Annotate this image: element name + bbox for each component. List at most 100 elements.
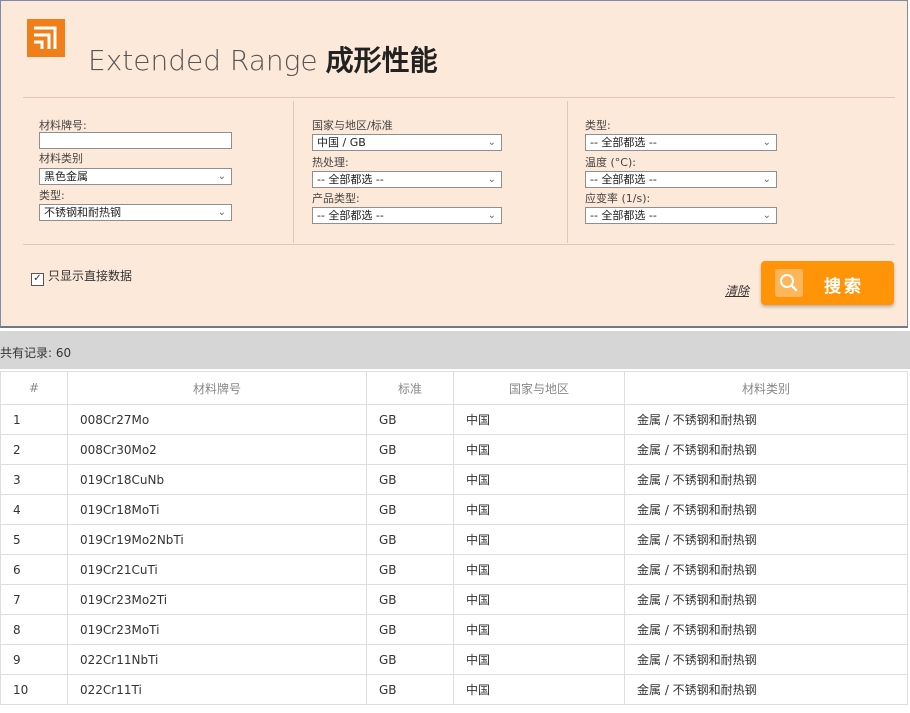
temperature-select[interactable]: -- 全部都选 -- ⌄ xyxy=(585,171,777,188)
table-row[interactable]: 10 022Cr11Ti GB 中国 金属 / 不锈钢和耐热钢 xyxy=(0,674,908,705)
table-header-row: # 材料牌号 标准 国家与地区 材料类别 xyxy=(0,371,908,405)
page-title: Extended Range 成形性能 xyxy=(88,39,438,79)
row-number-cell: 8 xyxy=(0,614,68,645)
grade-cell[interactable]: 019Cr18CuNb xyxy=(67,464,367,495)
table-row[interactable]: 5 019Cr19Mo2NbTi GB 中国 金属 / 不锈钢和耐热钢 xyxy=(0,524,908,555)
category-cell: 金属 / 不锈钢和耐热钢 xyxy=(624,554,908,585)
material-no-input[interactable] xyxy=(39,132,232,149)
grade-cell[interactable]: 019Cr21CuTi xyxy=(67,554,367,585)
grade-cell[interactable]: 019Cr23Mo2Ti xyxy=(67,584,367,615)
table-row[interactable]: 6 019Cr21CuTi GB 中国 金属 / 不锈钢和耐热钢 xyxy=(0,554,908,585)
test-type-value: -- 全部都选 -- xyxy=(590,136,657,149)
row-number-cell: 1 xyxy=(0,404,68,435)
category-cell: 金属 / 不锈钢和耐热钢 xyxy=(624,494,908,525)
temperature-label: 温度 (°C): xyxy=(585,156,636,169)
title-cn: 成形性能 xyxy=(325,44,438,77)
direct-data-label: 只显示直接数据 xyxy=(48,269,133,283)
grade-cell[interactable]: 019Cr23MoTi xyxy=(67,614,367,645)
grade-cell[interactable]: 022Cr11Ti xyxy=(67,674,367,705)
table-row[interactable]: 7 019Cr23Mo2Ti GB 中国 金属 / 不锈钢和耐热钢 xyxy=(0,584,908,615)
row-number-cell: 6 xyxy=(0,554,68,585)
type-select[interactable]: 不锈钢和耐热钢 ⌄ xyxy=(39,204,232,221)
divider xyxy=(567,101,568,243)
chevron-down-icon: ⌄ xyxy=(217,171,226,182)
chevron-down-icon: ⌄ xyxy=(762,210,771,221)
product-type-select[interactable]: -- 全部都选 -- ⌄ xyxy=(312,207,502,224)
column-header-grade[interactable]: 材料牌号 xyxy=(67,371,367,405)
category-cell: 金属 / 不锈钢和耐热钢 xyxy=(624,614,908,645)
chevron-down-icon: ⌄ xyxy=(487,210,496,221)
standard-cell: GB xyxy=(366,644,454,675)
direct-data-checkbox[interactable]: ✓ 只显示直接数据 xyxy=(31,267,132,286)
temperature-value: -- 全部都选 -- xyxy=(590,173,657,186)
checkbox-check-icon[interactable]: ✓ xyxy=(31,273,44,286)
category-cell: 金属 / 不锈钢和耐热钢 xyxy=(624,434,908,465)
country-cell: 中国 xyxy=(453,614,625,645)
standard-cell: GB xyxy=(366,494,454,525)
grade-cell[interactable]: 019Cr19Mo2NbTi xyxy=(67,524,367,555)
row-number-cell: 2 xyxy=(0,434,68,465)
search-panel: Extended Range 成形性能 材料牌号: 材料类别 黑色金属 ⌄ 类型:… xyxy=(0,0,908,328)
search-icon xyxy=(775,269,803,297)
category-cell: 金属 / 不锈钢和耐热钢 xyxy=(624,644,908,675)
country-value: 中国 / GB xyxy=(317,136,366,149)
standard-cell: GB xyxy=(366,524,454,555)
heat-treatment-select[interactable]: -- 全部都选 -- ⌄ xyxy=(312,171,502,188)
standard-cell: GB xyxy=(366,404,454,435)
strain-rate-label: 应变率 (1/s): xyxy=(585,192,651,205)
test-type-select[interactable]: -- 全部都选 -- ⌄ xyxy=(585,134,777,151)
material-category-label: 材料类别 xyxy=(39,152,83,165)
standard-cell: GB xyxy=(366,464,454,495)
table-row[interactable]: 1 008Cr27Mo GB 中国 金属 / 不锈钢和耐热钢 xyxy=(0,404,908,435)
clear-link[interactable]: 清除 xyxy=(725,282,749,299)
row-number-cell: 9 xyxy=(0,644,68,675)
search-button-label: 搜索 xyxy=(824,277,864,297)
heat-treatment-label: 热处理: xyxy=(312,156,349,169)
title-en: Extended Range xyxy=(88,44,318,77)
strain-rate-select[interactable]: -- 全部都选 -- ⌄ xyxy=(585,207,777,224)
row-number-cell: 7 xyxy=(0,584,68,615)
results-count-bar: 共有记录: 60 xyxy=(0,331,910,369)
country-cell: 中国 xyxy=(453,494,625,525)
column-header-category[interactable]: 材料类别 xyxy=(624,371,908,405)
standard-cell: GB xyxy=(366,434,454,465)
type-value: 不锈钢和耐热钢 xyxy=(44,206,121,219)
standard-cell: GB xyxy=(366,554,454,585)
column-header-standard[interactable]: 标准 xyxy=(366,371,454,405)
table-body: 1 008Cr27Mo GB 中国 金属 / 不锈钢和耐热钢 2 008Cr30Mo2 GB 中… xyxy=(0,404,908,705)
country-cell: 中国 xyxy=(453,524,625,555)
standard-cell: GB xyxy=(366,674,454,705)
table-row[interactable]: 2 008Cr30Mo2 GB 中国 金属 / 不锈钢和耐热钢 xyxy=(0,434,908,465)
type-label: 类型: xyxy=(39,189,65,202)
product-type-value: -- 全部都选 -- xyxy=(317,209,384,222)
chevron-down-icon: ⌄ xyxy=(762,174,771,185)
material-no-label: 材料牌号: xyxy=(39,119,87,132)
grade-cell[interactable]: 022Cr11NbTi xyxy=(67,644,367,675)
divider xyxy=(23,97,895,98)
country-cell: 中国 xyxy=(453,554,625,585)
country-label: 国家与地区/标准 xyxy=(312,119,393,132)
divider xyxy=(293,101,294,243)
test-type-label: 类型: xyxy=(585,119,611,132)
category-cell: 金属 / 不锈钢和耐热钢 xyxy=(624,674,908,705)
category-cell: 金属 / 不锈钢和耐热钢 xyxy=(624,404,908,435)
search-button[interactable]: 搜索 xyxy=(761,261,894,305)
material-category-select[interactable]: 黑色金属 ⌄ xyxy=(39,168,232,185)
country-select[interactable]: 中国 / GB ⌄ xyxy=(312,134,502,151)
table-row[interactable]: 4 019Cr18MoTi GB 中国 金属 / 不锈钢和耐热钢 xyxy=(0,494,908,525)
table-row[interactable]: 8 019Cr23MoTi GB 中国 金属 / 不锈钢和耐热钢 xyxy=(0,614,908,645)
grade-cell[interactable]: 008Cr30Mo2 xyxy=(67,434,367,465)
app-logo-icon xyxy=(27,19,65,57)
table-row[interactable]: 9 022Cr11NbTi GB 中国 金属 / 不锈钢和耐热钢 xyxy=(0,644,908,675)
grade-cell[interactable]: 019Cr18MoTi xyxy=(67,494,367,525)
row-number-cell: 4 xyxy=(0,494,68,525)
category-cell: 金属 / 不锈钢和耐热钢 xyxy=(624,524,908,555)
column-header-country[interactable]: 国家与地区 xyxy=(453,371,625,405)
table-row[interactable]: 3 019Cr18CuNb GB 中国 金属 / 不锈钢和耐热钢 xyxy=(0,464,908,495)
strain-rate-value: -- 全部都选 -- xyxy=(590,209,657,222)
grade-cell[interactable]: 008Cr27Mo xyxy=(67,404,367,435)
column-header-number[interactable]: # xyxy=(0,371,68,405)
country-cell: 中国 xyxy=(453,584,625,615)
chevron-down-icon: ⌄ xyxy=(762,137,771,148)
chevron-down-icon: ⌄ xyxy=(487,174,496,185)
